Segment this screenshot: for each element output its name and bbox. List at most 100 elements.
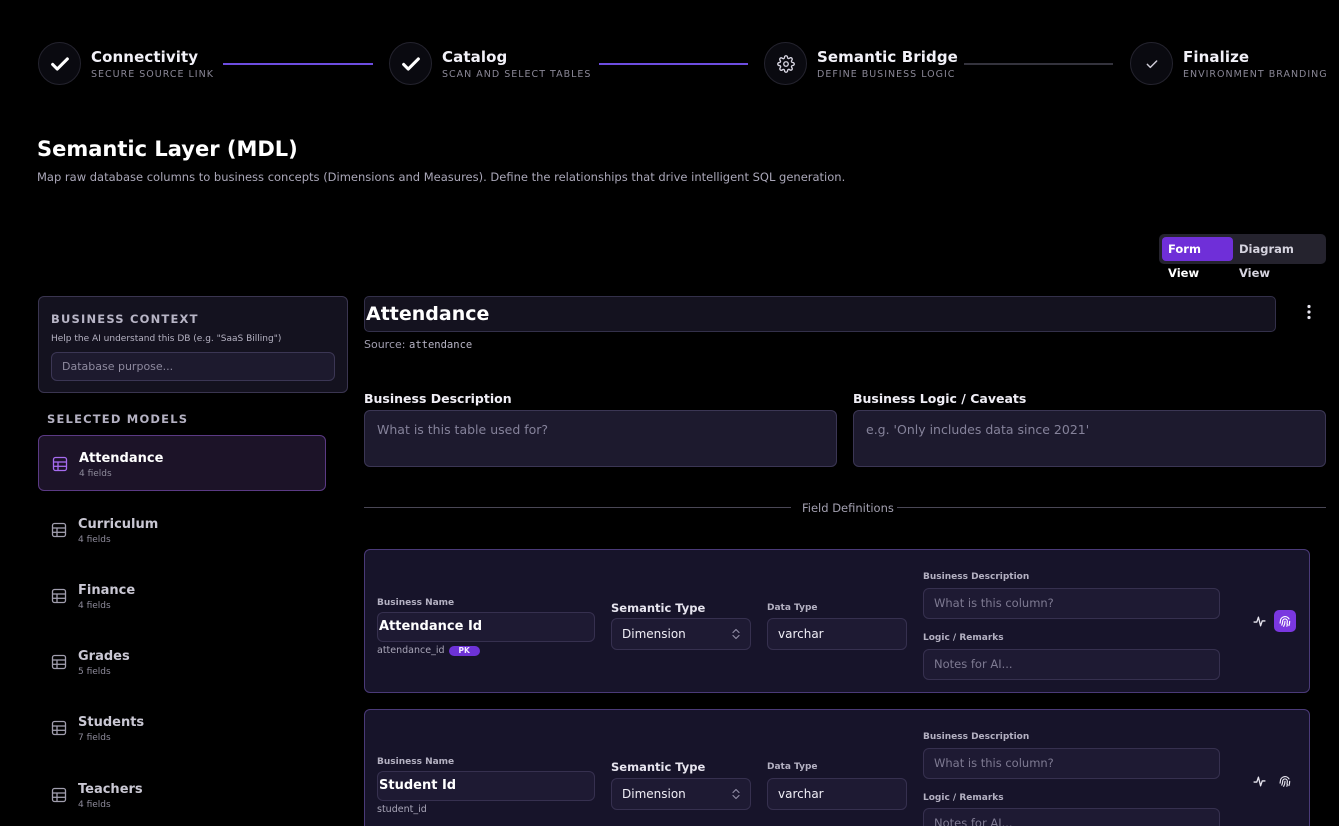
business-context-card: BUSINESS CONTEXT Help the AI understand … [38,296,348,393]
view-toggle: Form View Diagram View [1159,234,1326,280]
model-item-finance[interactable]: Finance 4 fields [38,568,326,624]
step-subtitle: SECURE SOURCE LINK [91,68,214,80]
column-name-text: student_id [377,804,427,815]
model-name: Teachers [78,782,143,797]
data-type-input[interactable]: varchar [767,618,907,650]
logic-remarks-label: Logic / Remarks [923,793,1004,803]
step-connector-pending [964,63,1113,65]
step-subtitle: SCAN AND SELECT TABLES [442,68,592,80]
table-source: Source: attendance [364,338,472,351]
step-connector-done [599,63,748,65]
model-field-count: 7 fields [78,733,111,743]
model-field-count: 4 fields [79,469,112,479]
selected-models-label: SELECTED MODELS [47,412,189,426]
model-name: Attendance [79,451,164,466]
table-icon [51,522,67,538]
column-description-input[interactable]: What is this column? [923,588,1220,619]
step-complete-circle [389,42,432,85]
column-name: student_id [377,804,427,815]
semantic-type-label: Semantic Type [611,760,706,774]
table-icon [51,588,67,604]
check-icon [401,56,420,71]
fingerprint-icon[interactable] [1274,770,1296,792]
data-type-label: Data Type [767,603,818,613]
model-field-count: 4 fields [78,800,111,810]
business-context-help: Help the AI understand this DB (e.g. "Sa… [51,334,282,344]
step-title: Catalog [442,47,508,66]
model-name: Curriculum [78,517,159,532]
source-label: Source: [364,338,406,351]
column-name-text: attendance_id [377,645,445,656]
step-title: Finalize [1183,47,1250,66]
step-subtitle: DEFINE BUSINESS LOGIC [817,68,956,80]
semantic-type-select[interactable]: Dimension [611,778,751,810]
model-name: Grades [78,649,130,664]
column-description-input[interactable]: What is this column? [923,748,1220,779]
diagram-view-button[interactable]: Diagram View [1233,237,1323,280]
step-connector-done [223,63,373,65]
more-options-icon[interactable] [1300,304,1318,322]
business-name-input[interactable]: Student Id [377,771,595,801]
table-icon [51,720,67,736]
table-name: Attendance [366,303,490,325]
primary-key-badge: PK [448,645,480,656]
divider-line [364,507,791,508]
step-pending-circle [1130,42,1173,85]
divider-line [897,507,1326,508]
source-value: attendance [409,339,473,351]
model-field-count: 5 fields [78,667,111,677]
data-type-input[interactable]: varchar [767,778,907,810]
activity-icon[interactable] [1248,610,1270,632]
model-field-count: 4 fields [78,535,111,545]
semantic-type-select[interactable]: Dimension [611,618,751,650]
semantic-type-value: Dimension [622,627,686,641]
business-logic-textarea[interactable]: e.g. 'Only includes data since 2021' [853,410,1326,467]
semantic-type-label: Semantic Type [611,601,706,615]
model-item-grades[interactable]: Grades 5 fields [38,634,326,690]
step-semantic-bridge[interactable]: Semantic Bridge DEFINE BUSINESS LOGIC [764,42,958,85]
column-description-label: Business Description [923,732,1030,742]
form-view-button[interactable]: Form View [1162,237,1233,280]
model-item-teachers[interactable]: Teachers 4 fields [38,767,326,823]
step-connectivity[interactable]: Connectivity SECURE SOURCE LINK [38,42,214,85]
business-name-label: Business Name [377,757,455,767]
business-context-label: BUSINESS CONTEXT [51,312,199,326]
page-title: Semantic Layer (MDL) [37,137,298,161]
table-icon [51,787,67,803]
database-purpose-input[interactable]: Database purpose... [51,352,335,381]
model-name: Students [78,715,145,730]
step-active-circle [764,42,807,85]
step-finalize[interactable]: Finalize ENVIRONMENT BRANDING [1130,42,1328,85]
step-title: Connectivity [91,47,199,66]
business-name-value: Attendance Id [379,619,483,634]
chevron-updown-icon [732,779,740,813]
business-description-label: Business Description [364,391,512,406]
business-name-value: Student Id [379,778,457,793]
step-title: Semantic Bridge [817,47,958,66]
model-item-students[interactable]: Students 7 fields [38,700,326,756]
activity-icon[interactable] [1248,770,1270,792]
table-name-input[interactable]: Attendance [364,296,1276,332]
check-icon [50,56,69,71]
model-item-attendance[interactable]: Attendance 4 fields [38,435,326,491]
step-catalog[interactable]: Catalog SCAN AND SELECT TABLES [389,42,591,85]
logic-remarks-label: Logic / Remarks [923,633,1004,643]
model-field-count: 4 fields [78,601,111,611]
column-description-label: Business Description [923,572,1030,582]
business-name-label: Business Name [377,598,455,608]
table-icon [51,654,67,670]
business-description-textarea[interactable]: What is this table used for? [364,410,837,467]
business-name-input[interactable]: Attendance Id [377,612,595,642]
chevron-updown-icon [732,619,740,653]
fingerprint-icon[interactable] [1274,610,1296,632]
field-card: Business Name Student Id student_id Sema… [364,709,1310,826]
gear-icon [776,54,795,73]
data-type-label: Data Type [767,762,818,772]
logic-remarks-input[interactable]: Notes for AI... [923,649,1220,680]
field-card: Business Name Attendance Id attendance_i… [364,549,1310,693]
page-description: Map raw database columns to business con… [37,170,846,184]
logic-remarks-input[interactable]: Notes for AI... [923,808,1220,826]
check-icon [1146,59,1157,68]
semantic-type-value: Dimension [622,787,686,801]
model-item-curriculum[interactable]: Curriculum 4 fields [38,502,326,558]
